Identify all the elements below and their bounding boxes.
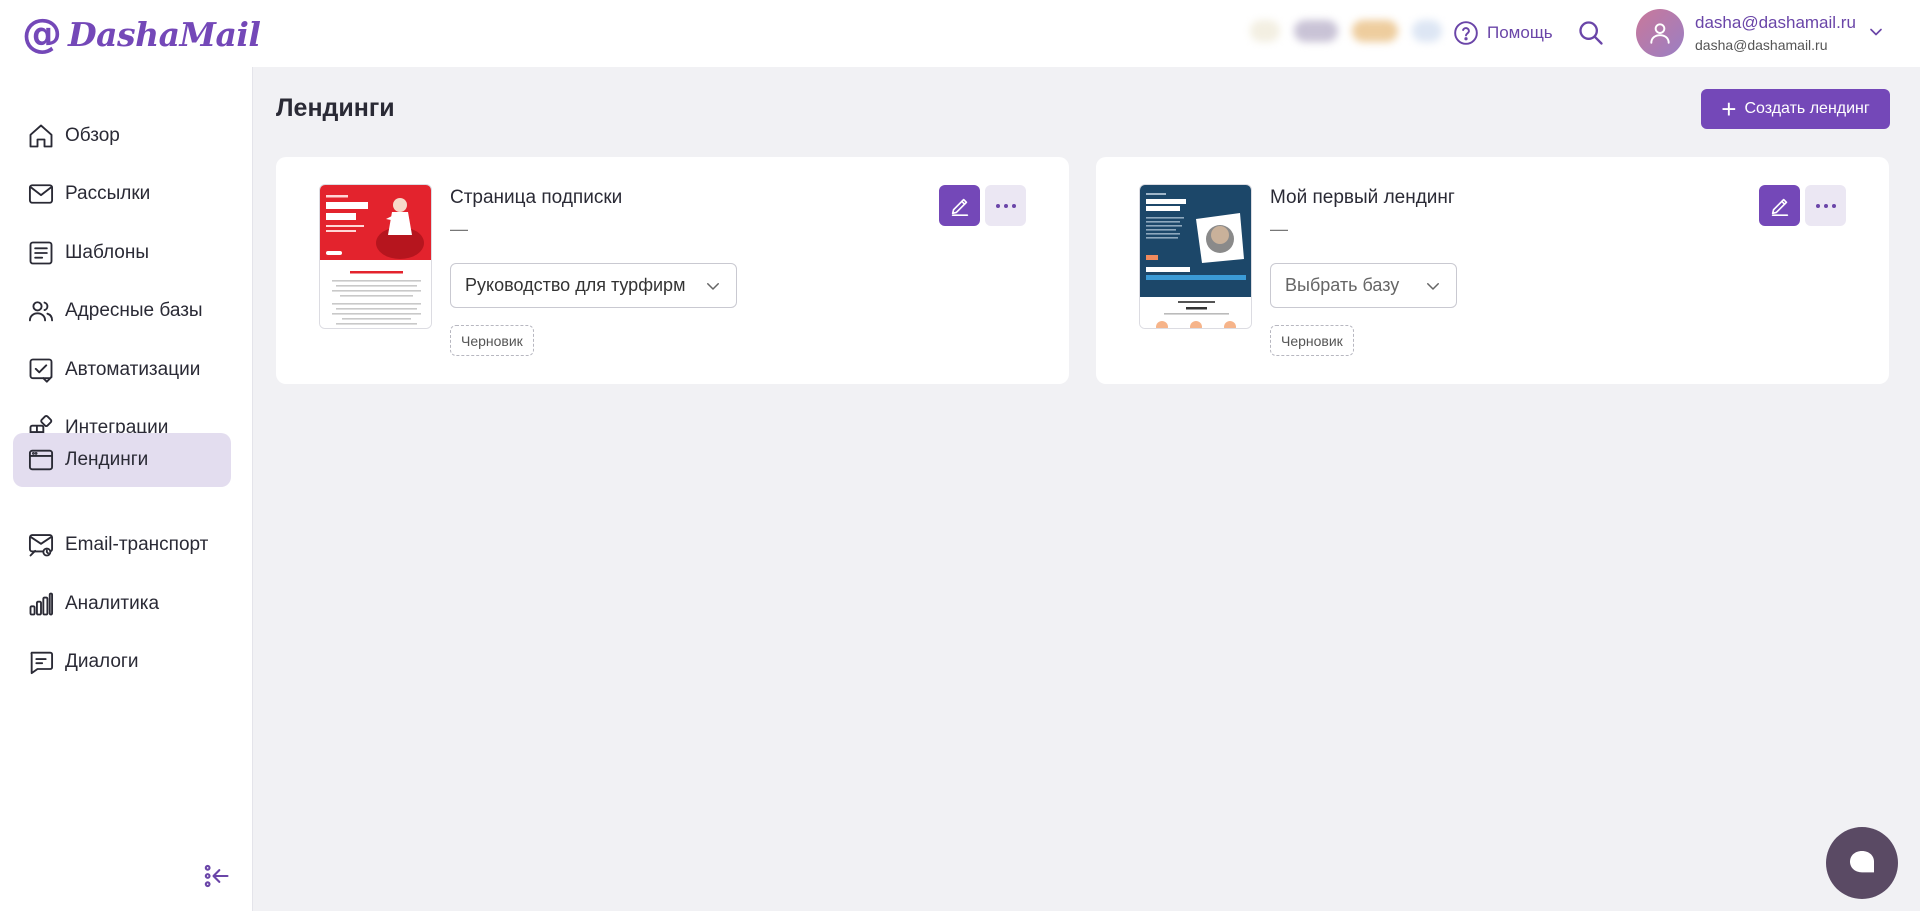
more-options-button[interactable] [985, 185, 1026, 226]
dots-icon [1011, 203, 1016, 208]
transport-icon [28, 534, 54, 557]
user-icon [1650, 23, 1670, 44]
mail-icon [28, 184, 54, 204]
pencil-icon [951, 198, 968, 216]
sidebar-item-label: Автоматизации [65, 359, 201, 380]
sidebar-item-analytics[interactable]: Аналитика [13, 577, 231, 631]
landing-preview-image [1140, 185, 1251, 328]
chat-button[interactable] [1826, 827, 1898, 899]
sidebar-item-label: Email-транспорт [65, 534, 209, 555]
dots-icon [1003, 203, 1008, 208]
sidebar-item-landings[interactable]: Лендинги [13, 433, 231, 487]
sidebar-item-label: Аналитика [65, 593, 160, 614]
create-landing-button[interactable]: + Создать лендинг [1701, 89, 1890, 129]
sidebar-item-label: Лендинги [65, 449, 149, 470]
dots-icon [995, 203, 1000, 208]
page-title: Лендинги [276, 94, 395, 122]
dots-icon [1823, 203, 1828, 208]
landing-card: Страница подписки — Руководство для турф… [276, 157, 1069, 384]
sidebar-item-contacts[interactable]: Адресные базы [13, 284, 231, 338]
landing-icon [28, 449, 54, 471]
sidebar-item-templates[interactable]: Шаблоны [13, 226, 231, 280]
sidebar-item-label: Шаблоны [65, 242, 150, 263]
home-icon [29, 124, 53, 148]
automation-icon [29, 358, 53, 383]
status-badge: Черновик [1270, 325, 1354, 356]
blurred-status-pills [1250, 20, 1442, 42]
contacts-icon [28, 301, 54, 322]
sidebar-item-campaigns[interactable]: Рассылки [13, 167, 231, 221]
sidebar-item-dialogs[interactable]: Диалоги [13, 635, 231, 689]
database-select-value: Выбрать базу [1285, 275, 1400, 295]
help-label: Помощь [1487, 23, 1553, 42]
collapse-icon[interactable] [203, 862, 231, 890]
sidebar-item-automations[interactable]: Автоматизации [13, 343, 231, 397]
dots-icon [1831, 203, 1836, 208]
landing-card: Мой первый лендинг — Выбрать базу Чернов… [1096, 157, 1889, 384]
landing-title[interactable]: Страница подписки [450, 187, 622, 209]
dialogs-icon [30, 651, 54, 675]
database-select[interactable]: Руководство для турфирм [450, 263, 737, 308]
pencil-icon [1771, 198, 1788, 216]
database-select[interactable]: Выбрать базу [1270, 263, 1457, 308]
plus-icon: + [1721, 94, 1737, 124]
sidebar: Обзор Рассылки Шаблоны Адресные базы Авт… [0, 67, 253, 911]
more-options-button[interactable] [1805, 185, 1846, 226]
template-icon [29, 241, 53, 265]
chevron-down-icon[interactable] [1866, 22, 1886, 42]
sidebar-item-label: Диалоги [65, 651, 139, 672]
sidebar-item-email-transport[interactable]: Email-транспорт [13, 518, 231, 572]
landing-title[interactable]: Мой первый лендинг [1270, 187, 1455, 209]
landing-preview-image [320, 185, 431, 328]
chevron-down-icon [707, 283, 719, 290]
logo[interactable]: @ DashaMail [22, 11, 261, 57]
landing-thumbnail[interactable] [319, 184, 432, 329]
sidebar-item-overview[interactable]: Обзор [13, 109, 231, 163]
status-badge: Черновик [450, 325, 534, 356]
create-landing-label: Создать лендинг [1744, 100, 1870, 117]
edit-button[interactable] [1759, 185, 1800, 226]
logo-at: @ [22, 11, 62, 57]
help-link[interactable]: Помощь [1453, 20, 1553, 46]
sidebar-item-label: Адресные базы [65, 300, 203, 321]
landing-subtitle: — [1270, 219, 1288, 239]
chevron-down-icon [1427, 283, 1439, 290]
avatar[interactable] [1636, 9, 1684, 57]
landing-subtitle: — [450, 219, 468, 239]
landing-thumbnail[interactable] [1139, 184, 1252, 329]
top-bar: @ DashaMail Помощь dasha@dashamail.ru da… [0, 0, 1920, 67]
dots-icon [1815, 203, 1820, 208]
chat-icon [1850, 851, 1874, 873]
sidebar-item-label: Обзор [65, 125, 120, 146]
help-icon [1454, 21, 1478, 45]
edit-button[interactable] [939, 185, 980, 226]
logo-text: DashaMail [68, 14, 261, 54]
analytics-icon [29, 592, 54, 616]
search-icon[interactable] [1577, 19, 1605, 47]
database-select-value: Руководство для турфирм [465, 275, 686, 295]
sidebar-item-label: Рассылки [65, 183, 151, 204]
user-email: dasha@dashamail.ru [1695, 13, 1856, 32]
user-info[interactable]: dasha@dashamail.ru dasha@dashamail.ru [1695, 13, 1856, 53]
user-email-secondary: dasha@dashamail.ru [1695, 37, 1828, 53]
